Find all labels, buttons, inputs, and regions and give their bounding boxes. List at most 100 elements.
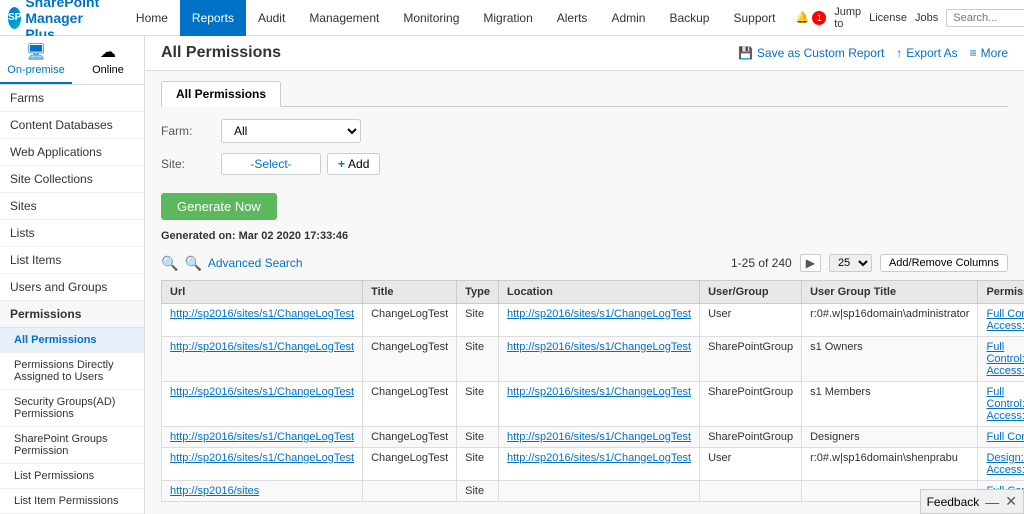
cell-location: http://sp2016/sites/s1/ChangeLogTest <box>499 304 700 337</box>
on-premise-icon: 🖥 <box>26 42 46 62</box>
save-custom-report-button[interactable]: 💾 Save as Custom Report <box>738 46 884 60</box>
bell-icon: 🔔 <box>796 11 810 24</box>
main-layout: 🖥 On-premise ☁ Online Farms Content Data… <box>0 36 1024 514</box>
cell-url: http://sp2016/sites/s1/ChangeLogTest <box>162 448 363 481</box>
cell-url: http://sp2016/sites/s1/ChangeLogTest <box>162 382 363 427</box>
search-icon[interactable]: 🔍 <box>161 255 178 272</box>
global-search-input[interactable] <box>946 9 1024 27</box>
sidebar-item-farms[interactable]: Farms <box>0 85 144 112</box>
nav-backup[interactable]: Backup <box>657 0 721 36</box>
cell-user-group: SharePointGroup <box>700 382 802 427</box>
farm-row: Farm: All <box>161 119 1008 143</box>
sidebar-item-users-groups[interactable]: Users and Groups <box>0 274 144 301</box>
notifications[interactable]: 🔔 1 <box>796 11 827 25</box>
feedback-close-button[interactable]: ✕ <box>1005 493 1017 510</box>
sidebar-item-permissions-direct[interactable]: Permissions Directly Assigned to Users <box>0 353 144 390</box>
sidebar: 🖥 On-premise ☁ Online Farms Content Data… <box>0 36 145 514</box>
sidebar-item-sharepoint-groups[interactable]: SharePoint Groups Permission <box>0 427 144 464</box>
nav-reports[interactable]: Reports <box>180 0 246 36</box>
add-label: Add <box>348 157 369 171</box>
generated-on-value: Mar 02 2020 17:33:46 <box>239 230 348 242</box>
add-remove-columns-button[interactable]: Add/Remove Columns <box>880 254 1008 272</box>
cell-title: ChangeLogTest <box>363 304 457 337</box>
permissions-table: Url Title Type Location User/Group User … <box>161 280 1024 502</box>
cell-permissions: Full Control:Design:Edit:Contribute:Read… <box>978 337 1024 382</box>
cell-permissions: Design:Edit:Contribute:Read:Limited Acce… <box>978 448 1024 481</box>
nav-home[interactable]: Home <box>124 0 180 36</box>
next-page-button[interactable]: ▶ <box>800 254 821 272</box>
notif-count: 1 <box>812 11 826 25</box>
generate-now-button[interactable]: Generate Now <box>161 193 277 220</box>
tab-online[interactable]: ☁ Online <box>72 36 144 84</box>
feedback-minimize-button[interactable]: — <box>985 494 999 510</box>
cell-title <box>363 481 457 502</box>
cell-type: Site <box>457 427 499 448</box>
cell-user-group-title: s1 Owners <box>802 337 978 382</box>
nav-support[interactable]: Support <box>721 0 787 36</box>
col-url: Url <box>162 281 363 304</box>
table-toolbar: 🔍 🔍 Advanced Search 1-25 of 240 ▶ 25 Add… <box>161 250 1008 276</box>
table-row: http://sp2016/sites/s1/ChangeLogTest Cha… <box>162 337 1024 382</box>
site-select-box[interactable]: -Select- <box>221 153 321 175</box>
page-nav: ▶ <box>800 254 821 272</box>
nav-audit[interactable]: Audit <box>246 0 297 36</box>
farm-select[interactable]: All <box>221 119 361 143</box>
col-permissions: Permissions <box>978 281 1024 304</box>
license-link[interactable]: License <box>869 12 907 24</box>
nav-management[interactable]: Management <box>297 0 391 36</box>
nav-alerts[interactable]: Alerts <box>545 0 600 36</box>
add-site-button[interactable]: + Add <box>327 153 380 175</box>
sidebar-section-permissions: Permissions <box>0 301 144 328</box>
sidebar-item-web-applications[interactable]: Web Applications <box>0 139 144 166</box>
jump-to-label: Jump to <box>834 6 861 30</box>
site-label: Site: <box>161 157 221 171</box>
sidebar-item-security-groups[interactable]: Security Groups(AD) Permissions <box>0 390 144 427</box>
sidebar-item-list-item-permissions[interactable]: List Item Permissions <box>0 489 144 514</box>
pagination-info: 1-25 of 240 <box>731 256 792 270</box>
export-as-button[interactable]: ↑ Export As <box>896 46 957 60</box>
tab-on-premise[interactable]: 🖥 On-premise <box>0 36 72 84</box>
cell-type: Site <box>457 337 499 382</box>
table-row: http://sp2016/sites/s1/ChangeLogTest Cha… <box>162 448 1024 481</box>
report-tab-bar: All Permissions <box>161 81 1008 107</box>
table-body: http://sp2016/sites/s1/ChangeLogTest Cha… <box>162 304 1024 502</box>
plus-icon: + <box>338 157 345 171</box>
cell-location: http://sp2016/sites/s1/ChangeLogTest <box>499 382 700 427</box>
nav-monitoring[interactable]: Monitoring <box>391 0 471 36</box>
sidebar-item-lists[interactable]: Lists <box>0 220 144 247</box>
cell-url: http://sp2016/sites/s1/ChangeLogTest <box>162 427 363 448</box>
sidebar-item-content-databases[interactable]: Content Databases <box>0 112 144 139</box>
filter-icon[interactable]: 🔍 <box>184 255 201 272</box>
sidebar-item-sites[interactable]: Sites <box>0 193 144 220</box>
jobs-link[interactable]: Jobs <box>915 12 938 24</box>
sidebar-item-list-permissions[interactable]: List Permissions <box>0 464 144 489</box>
sidebar-item-list-items[interactable]: List Items <box>0 247 144 274</box>
nav-migration[interactable]: Migration <box>471 0 544 36</box>
cell-location <box>499 481 700 502</box>
cell-permissions: Full Control:Design:Limited Access: <box>978 427 1024 448</box>
table-row: http://sp2016/sites/s1/ChangeLogTest Cha… <box>162 382 1024 427</box>
cell-type: Site <box>457 481 499 502</box>
cell-user-group-title: Designers <box>802 427 978 448</box>
per-page-select[interactable]: 25 <box>829 254 872 272</box>
top-right-actions: 🔔 1 Jump to License Jobs ? 👤 ▶ Explorer <box>796 6 1024 30</box>
advanced-search-link[interactable]: Advanced Search <box>208 256 303 270</box>
table-row: http://sp2016/sites/s1/ChangeLogTest Cha… <box>162 427 1024 448</box>
sidebar-nav: Farms Content Databases Web Applications… <box>0 85 144 514</box>
jump-to[interactable]: Jump to <box>834 6 861 30</box>
cell-user-group: SharePointGroup <box>700 337 802 382</box>
report-area: All Permissions Farm: All Site: -Select-… <box>145 71 1024 512</box>
cell-url: http://sp2016/sites/s1/ChangeLogTest <box>162 337 363 382</box>
sidebar-tabs: 🖥 On-premise ☁ Online <box>0 36 144 85</box>
feedback-label: Feedback <box>927 495 980 509</box>
sidebar-item-site-collections[interactable]: Site Collections <box>0 166 144 193</box>
more-button[interactable]: ≡ More <box>970 46 1008 60</box>
sidebar-item-all-permissions[interactable]: All Permissions <box>0 328 144 353</box>
nav-admin[interactable]: Admin <box>599 0 657 36</box>
cell-user-group: User <box>700 448 802 481</box>
col-type: Type <box>457 281 499 304</box>
report-tab-all-permissions[interactable]: All Permissions <box>161 81 281 107</box>
site-row: Site: -Select- + Add <box>161 153 1008 175</box>
cell-type: Site <box>457 382 499 427</box>
feedback-bar: Feedback — ✕ <box>920 489 1024 514</box>
